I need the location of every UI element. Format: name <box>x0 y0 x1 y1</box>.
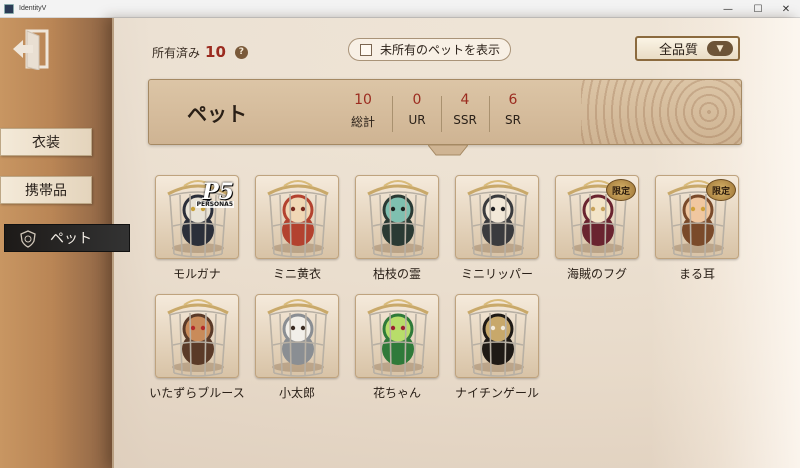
show-unowned-checkbox[interactable] <box>360 43 372 56</box>
top-hat-figure-icon <box>467 180 529 258</box>
pet-card-frame[interactable]: 限定 <box>555 175 639 259</box>
shield-icon <box>19 230 37 248</box>
exit-icon[interactable] <box>11 28 51 71</box>
banner-pointer <box>428 145 468 156</box>
stat-sr: 6 SR <box>489 92 537 127</box>
app-window: { "window": {"title": "IdentityV", "mini… <box>0 0 800 468</box>
stat-ur-value: 0 <box>412 92 422 108</box>
pet-card[interactable]: ミニリッパー <box>455 175 539 285</box>
close-button[interactable]: ✕ <box>770 0 800 18</box>
pet-card-frame[interactable] <box>255 175 339 259</box>
stat-total-value: 10 <box>354 92 372 108</box>
pet-card-frame[interactable] <box>355 294 439 378</box>
pet-name: モルガナ <box>173 267 221 281</box>
tab-costumes[interactable]: 衣装 <box>0 128 92 156</box>
bird-icon <box>467 299 529 377</box>
tab-costumes-label: 衣装 <box>32 135 60 151</box>
pet-card[interactable]: 花ちゃん <box>355 294 439 404</box>
quality-filter-dropdown[interactable]: 全品質 ▼ <box>635 36 740 61</box>
pet-card-frame[interactable] <box>455 175 539 259</box>
pet-card[interactable]: P5 PERSONA5 モルガナ <box>155 175 239 285</box>
show-unowned-label: 未所有のペットを表示 <box>380 43 501 57</box>
quality-filter-value: 全品質 <box>659 43 699 58</box>
hooded-figure-icon <box>267 180 329 258</box>
pet-card-frame[interactable] <box>255 294 339 378</box>
pet-card-frame[interactable]: 限定 <box>655 175 739 259</box>
pet-card[interactable]: ミニ黄衣 <box>255 175 339 285</box>
tab-accessories-label: 携帯品 <box>25 183 67 199</box>
limited-badge: 限定 <box>706 179 736 201</box>
owned-number: 10 <box>205 43 226 61</box>
pet-card[interactable]: 限定海賊のフグ <box>555 175 639 285</box>
minimize-button[interactable]: — <box>712 0 744 18</box>
stat-ur-label: UR <box>408 113 426 127</box>
pet-name: まる耳 <box>678 267 715 281</box>
pet-name: ミニリッパー <box>460 267 533 281</box>
stat-sr-label: SR <box>505 113 521 127</box>
persona5-badge-sub: PERSONA5 <box>195 201 234 208</box>
banner-ornament <box>581 80 741 144</box>
pet-card[interactable]: 枯枝の霊 <box>355 175 439 285</box>
pet-name: ナイチンゲール <box>454 386 539 400</box>
pet-card[interactable]: ナイチンゲール <box>455 294 539 404</box>
limited-badge: 限定 <box>606 179 636 201</box>
pet-name: いたずらブルース <box>149 386 245 400</box>
help-icon[interactable]: ? <box>234 45 248 59</box>
tab-pets[interactable]: ペット <box>4 224 130 252</box>
reindeer-icon <box>167 299 229 377</box>
stat-ssr-value: 4 <box>460 92 470 108</box>
stat-sr-value: 6 <box>508 92 518 108</box>
show-unowned-toggle[interactable]: 未所有のペットを表示 <box>348 38 511 61</box>
pet-name: ミニ黄衣 <box>272 267 321 281</box>
pet-name: 小太郎 <box>278 386 315 400</box>
pet-name: 海賊のフグ <box>566 267 627 281</box>
app-icon <box>4 3 14 14</box>
chevron-down-icon: ▼ <box>707 41 733 56</box>
pet-card-frame[interactable] <box>455 294 539 378</box>
dog-icon <box>267 299 329 377</box>
tab-accessories[interactable]: 携帯品 <box>0 176 92 204</box>
summary-banner: ペット 10 総計 0 UR 4 SSR 6 SR <box>148 79 742 145</box>
pet-card-frame[interactable] <box>155 294 239 378</box>
tab-pets-label: ペット <box>50 231 92 247</box>
pet-card[interactable]: いたずらブルース <box>149 294 245 404</box>
window-titlebar: IdentityV — ☐ ✕ <box>0 0 800 18</box>
owned-label: 所有済み <box>152 45 201 60</box>
pet-card-frame[interactable] <box>355 175 439 259</box>
stat-ssr: 4 SSR <box>441 92 489 127</box>
pet-card[interactable]: 限定まる耳 <box>655 175 739 285</box>
summary-title: ペット <box>187 102 247 126</box>
pet-card-frame[interactable]: P5 PERSONA5 <box>155 175 239 259</box>
tree-spirit-icon <box>367 180 429 258</box>
owned-count: 所有済み 10 ? <box>152 43 248 61</box>
window-title: IdentityV <box>19 5 47 12</box>
flower-plant-icon <box>367 299 429 377</box>
stat-ur: 0 UR <box>393 92 441 127</box>
stat-ssr-label: SSR <box>453 113 477 127</box>
pet-name: 枯枝の霊 <box>372 267 421 281</box>
stat-total: 10 総計 <box>339 92 387 130</box>
stat-total-label: 総計 <box>350 115 375 129</box>
pet-card[interactable]: 小太郎 <box>255 294 339 404</box>
pet-name: 花ちゃん <box>372 386 421 400</box>
